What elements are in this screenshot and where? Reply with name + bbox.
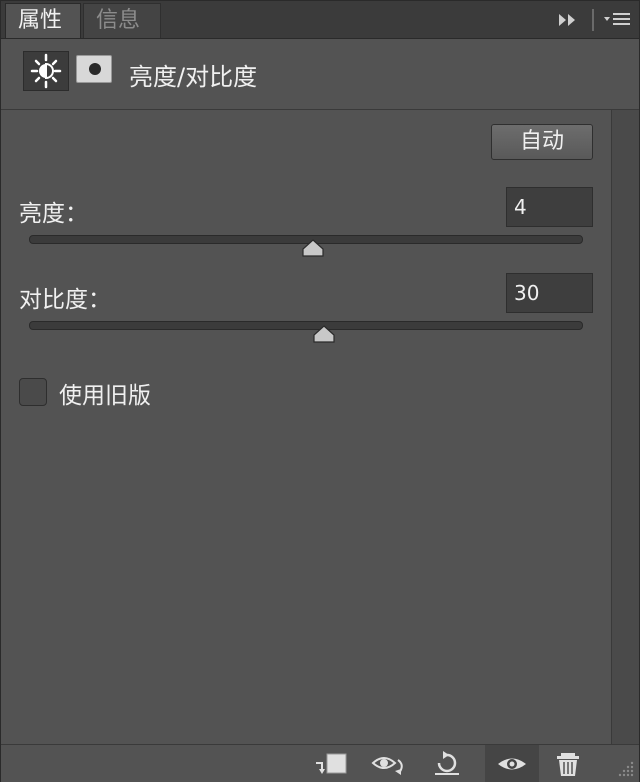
adjustment-header: 亮度/对比度 — [1, 39, 639, 110]
sun-icon[interactable] — [23, 51, 69, 91]
view-previous-state-icon[interactable] — [371, 751, 407, 777]
resize-grip-icon[interactable] — [616, 755, 636, 779]
tab-info[interactable]: 信息 — [83, 3, 161, 38]
contrast-input[interactable]: 30 — [506, 273, 593, 313]
panel-toolbar — [1, 744, 639, 782]
panel-menu-icon[interactable] — [602, 9, 632, 31]
panel-tab-bar: 属性 信息 — [1, 1, 639, 39]
trash-icon[interactable] — [550, 751, 586, 777]
visibility-eye-icon[interactable] — [494, 751, 530, 777]
adjustment-content: 自动 亮度： 4 对比度： 30 使用旧版 — [1, 110, 611, 744]
tab-properties[interactable]: 属性 — [5, 3, 81, 38]
collapse-panel-icon[interactable] — [556, 10, 580, 30]
contrast-slider[interactable] — [29, 321, 583, 330]
scrollbar[interactable] — [611, 110, 639, 744]
reset-icon[interactable] — [429, 751, 465, 777]
auto-button[interactable]: 自动 — [491, 124, 593, 160]
brightness-slider-thumb[interactable] — [302, 239, 324, 257]
tabbar-divider — [592, 9, 594, 31]
layer-mask-icon[interactable] — [76, 55, 112, 83]
contrast-label: 对比度： — [19, 287, 111, 313]
adjustment-title: 亮度/对比度 — [129, 63, 258, 91]
use-legacy-checkbox[interactable] — [19, 378, 47, 406]
brightness-input[interactable]: 4 — [506, 187, 593, 227]
properties-panel: 属性 信息 亮度/对比度 自动 亮度： 4 对比度： 30 使用旧版 — [0, 0, 640, 782]
brightness-label: 亮度： — [19, 201, 88, 227]
contrast-slider-thumb[interactable] — [313, 325, 336, 343]
clip-to-layer-icon[interactable] — [313, 751, 349, 777]
use-legacy-label: 使用旧版 — [59, 383, 151, 409]
